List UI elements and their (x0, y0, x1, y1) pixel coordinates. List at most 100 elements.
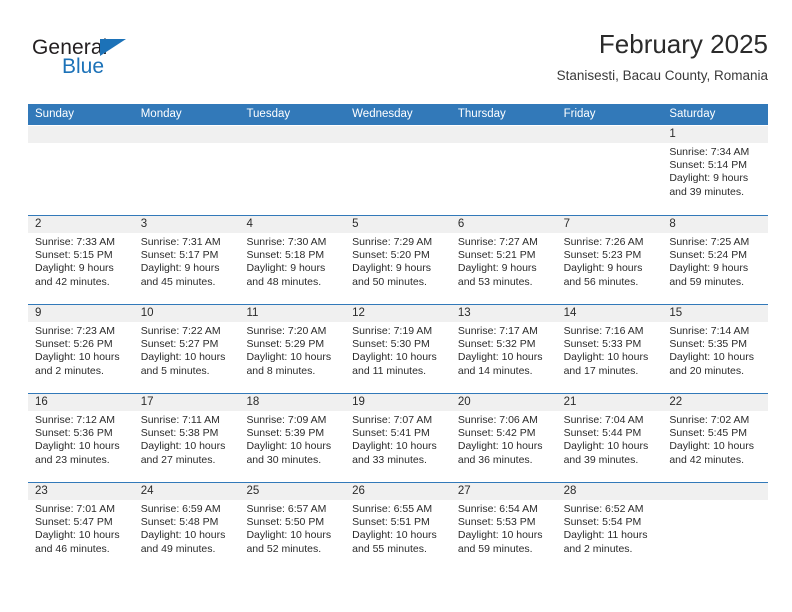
weekday-header-saturday: Saturday (669, 108, 716, 120)
daylight-text-line1: Daylight: 10 hours (352, 529, 437, 542)
day-cell[interactable]: 18 Sunrise: 7:09 AM Sunset: 5:39 PM Dayligh… (239, 394, 346, 482)
day-sun-info: Sunrise: 7:31 AM Sunset: 5:17 PM Daylight:… (134, 233, 240, 289)
day-cell[interactable]: 3 Sunrise: 7:31 AM Sunset: 5:17 PM Daylight… (133, 216, 240, 304)
day-sun-info: Sunrise: 7:34 AM Sunset: 5:14 PM Daylight:… (662, 143, 768, 199)
sunset-text: Sunset: 5:24 PM (669, 249, 747, 262)
day-cell[interactable]: 19 Sunrise: 7:07 AM Sunset: 5:41 PM Dayligh… (345, 394, 451, 482)
day-number: 15 (662, 305, 769, 322)
day-cell[interactable]: 23 Sunrise: 7:01 AM Sunset: 5:47 PM Dayligh… (28, 483, 134, 571)
logo-triangle-icon (100, 39, 126, 56)
day-sun-info: Sunrise: 7:12 AM Sunset: 5:36 PM Daylight:… (28, 411, 134, 467)
daylight-text-line1: Daylight: 10 hours (457, 440, 543, 453)
sunset-text: Sunset: 5:18 PM (246, 249, 325, 262)
day-cell[interactable]: 17 Sunrise: 7:11 AM Sunset: 5:38 PM Dayligh… (133, 394, 240, 482)
daylight-text-line1: Daylight: 10 hours (563, 351, 649, 364)
daylight-text-line2: and 59 minutes. (669, 275, 745, 288)
day-sun-info: Sunrise: 6:59 AM Sunset: 5:48 PM Daylight:… (134, 500, 240, 556)
calendar-week-row: 2 Sunrise: 7:33 AM Sunset: 5:15 PM Daylight… (28, 215, 769, 304)
daylight-text-line1: Daylight: 10 hours (669, 440, 754, 453)
sunrise-text: Sunrise: 7:17 AM (457, 325, 538, 337)
day-cell[interactable]: 20 Sunrise: 7:06 AM Sunset: 5:42 PM Dayligh… (450, 394, 557, 482)
daylight-text-line2: and 2 minutes. (35, 364, 104, 377)
sunset-text: Sunset: 5:48 PM (140, 516, 219, 529)
day-cell[interactable]: 24 Sunrise: 6:59 AM Sunset: 5:48 PM Dayligh… (133, 483, 240, 571)
day-number: 6 (450, 216, 557, 233)
day-cell[interactable]: 27 Sunrise: 6:54 AM Sunset: 5:53 PM Dayligh… (450, 483, 557, 571)
sunset-text: Sunset: 5:41 PM (352, 427, 430, 440)
day-cell[interactable]: 26 Sunrise: 6:55 AM Sunset: 5:51 PM Dayligh… (345, 483, 451, 571)
day-cell[interactable]: 10 Sunrise: 7:22 AM Sunset: 5:27 PM Dayligh… (133, 305, 240, 393)
sunset-text: Sunset: 5:23 PM (563, 249, 642, 262)
daylight-text-line2: and 33 minutes. (352, 453, 427, 466)
day-sun-info: Sunrise: 7:16 AM Sunset: 5:33 PM Daylight:… (557, 322, 663, 378)
day-number: 8 (662, 216, 769, 233)
daylight-text-line2: and 27 minutes. (140, 453, 216, 466)
day-sun-info: Sunrise: 6:54 AM Sunset: 5:53 PM Daylight:… (451, 500, 557, 556)
sunrise-text: Sunrise: 6:59 AM (140, 503, 221, 515)
day-cell[interactable]: 6 Sunrise: 7:27 AM Sunset: 5:21 PM Daylight… (450, 216, 557, 304)
daylight-text-line2: and 17 minutes. (563, 364, 639, 377)
day-number (662, 483, 769, 500)
daylight-text-line1: Daylight: 10 hours (669, 351, 754, 364)
day-cell[interactable]: 25 Sunrise: 6:57 AM Sunset: 5:50 PM Dayligh… (239, 483, 346, 571)
daylight-text-line2: and 52 minutes. (246, 542, 322, 555)
sunrise-text: Sunrise: 7:19 AM (352, 325, 433, 337)
day-cell[interactable]: 5 Sunrise: 7:29 AM Sunset: 5:20 PM Daylight… (345, 216, 451, 304)
day-sun-info: Sunrise: 7:27 AM Sunset: 5:21 PM Daylight:… (451, 233, 557, 289)
sunset-text: Sunset: 5:27 PM (140, 338, 219, 351)
day-cell[interactable]: 4 Sunrise: 7:30 AM Sunset: 5:18 PM Daylight… (239, 216, 346, 304)
day-number: 27 (450, 483, 557, 500)
sunrise-text: Sunrise: 7:16 AM (563, 325, 644, 337)
generalblue-logo[interactable]: General Blue (32, 36, 212, 92)
weekday-header-friday: Friday (563, 108, 596, 120)
calendar-grid: Sunday Monday Tuesday Wednesday Thursday… (28, 104, 769, 571)
day-cell[interactable]: 1 Sunrise: 7:34 AM Sunset: 5:14 PM Daylight… (662, 126, 769, 215)
day-cell[interactable]: 7 Sunrise: 7:26 AM Sunset: 5:23 PM Daylight… (556, 216, 663, 304)
daylight-text-line2: and 36 minutes. (457, 453, 533, 466)
daylight-text-line1: Daylight: 10 hours (246, 440, 332, 453)
day-cell-empty (133, 126, 240, 215)
day-number (556, 126, 663, 143)
day-cell[interactable]: 9 Sunrise: 7:23 AM Sunset: 5:26 PM Daylight… (28, 305, 134, 393)
day-number: 23 (28, 483, 134, 500)
day-number: 22 (662, 394, 769, 411)
day-number: 14 (556, 305, 663, 322)
day-number (28, 126, 134, 143)
sunrise-text: Sunrise: 7:26 AM (563, 236, 644, 248)
daylight-text-line2: and 23 minutes. (35, 453, 110, 466)
day-sun-info: Sunrise: 7:20 AM Sunset: 5:29 PM Daylight:… (239, 322, 345, 378)
daylight-text-line2: and 49 minutes. (140, 542, 216, 555)
daylight-text-line2: and 55 minutes. (352, 542, 427, 555)
calendar-week-row: 9 Sunrise: 7:23 AM Sunset: 5:26 PM Daylight… (28, 304, 769, 393)
day-cell[interactable]: 16 Sunrise: 7:12 AM Sunset: 5:36 PM Dayligh… (28, 394, 134, 482)
daylight-text-line1: Daylight: 10 hours (457, 529, 543, 542)
sunrise-text: Sunrise: 7:27 AM (457, 236, 538, 248)
daylight-text-line1: Daylight: 9 hours (457, 262, 537, 275)
day-sun-info: Sunrise: 7:30 AM Sunset: 5:18 PM Daylight:… (239, 233, 345, 289)
day-cell[interactable]: 13 Sunrise: 7:17 AM Sunset: 5:32 PM Dayligh… (450, 305, 557, 393)
day-cell[interactable]: 14 Sunrise: 7:16 AM Sunset: 5:33 PM Dayligh… (556, 305, 663, 393)
day-cell[interactable]: 11 Sunrise: 7:20 AM Sunset: 5:29 PM Dayligh… (239, 305, 346, 393)
day-cell[interactable]: 15 Sunrise: 7:14 AM Sunset: 5:35 PM Dayligh… (662, 305, 769, 393)
daylight-text-line2: and 8 minutes. (246, 364, 316, 377)
daylight-text-line1: Daylight: 10 hours (457, 351, 543, 364)
day-cell-empty (556, 126, 663, 215)
sunset-text: Sunset: 5:14 PM (669, 159, 747, 172)
sunrise-text: Sunrise: 7:20 AM (246, 325, 327, 337)
calendar-week-row: 23 Sunrise: 7:01 AM Sunset: 5:47 PM Dayligh… (28, 482, 769, 571)
day-number: 21 (556, 394, 663, 411)
sunrise-text: Sunrise: 7:33 AM (35, 236, 115, 248)
day-cell[interactable]: 2 Sunrise: 7:33 AM Sunset: 5:15 PM Daylight… (28, 216, 134, 304)
day-cell[interactable]: 8 Sunrise: 7:25 AM Sunset: 5:24 PM Daylight… (662, 216, 769, 304)
day-cell[interactable]: 21 Sunrise: 7:04 AM Sunset: 5:44 PM Dayligh… (556, 394, 663, 482)
daylight-text-line1: Daylight: 10 hours (140, 351, 226, 364)
day-number: 12 (345, 305, 451, 322)
daylight-text-line1: Daylight: 10 hours (140, 529, 226, 542)
day-sun-info: Sunrise: 7:14 AM Sunset: 5:35 PM Daylight:… (662, 322, 768, 378)
day-cell[interactable]: 22 Sunrise: 7:02 AM Sunset: 5:45 PM Dayligh… (662, 394, 769, 482)
day-cell[interactable]: 12 Sunrise: 7:19 AM Sunset: 5:30 PM Dayligh… (345, 305, 451, 393)
day-number: 5 (345, 216, 451, 233)
sunrise-text: Sunrise: 6:52 AM (563, 503, 644, 515)
day-sun-info: Sunrise: 7:17 AM Sunset: 5:32 PM Daylight:… (451, 322, 557, 378)
day-cell[interactable]: 28 Sunrise: 6:52 AM Sunset: 5:54 PM Dayligh… (556, 483, 663, 571)
